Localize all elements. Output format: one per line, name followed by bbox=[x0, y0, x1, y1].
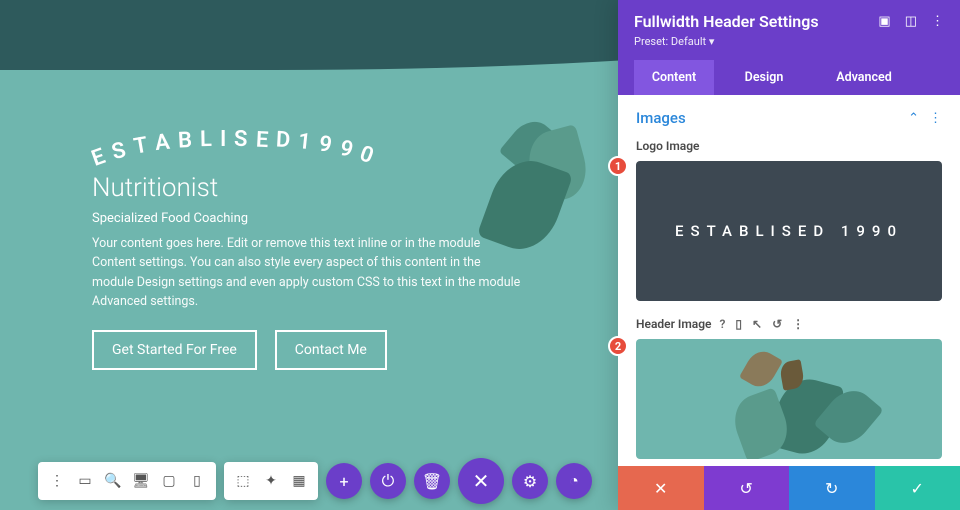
expand-icon[interactable]: ▣ bbox=[878, 14, 890, 29]
settings-panel: Fullwidth Header Settings ▣ ◫ ⋮ Preset: … bbox=[618, 0, 960, 510]
undo-button[interactable]: ↺ bbox=[704, 466, 790, 510]
logo-thumb-text: ESTABLISED 1990 bbox=[675, 222, 903, 240]
tab-content[interactable]: Content bbox=[634, 60, 714, 95]
tab-design[interactable]: Design bbox=[714, 60, 814, 95]
more-icon[interactable]: ⋮ bbox=[931, 14, 944, 29]
logo-image-label: Logo Image bbox=[636, 139, 942, 153]
zoom-icon[interactable]: 🔍 bbox=[100, 468, 126, 494]
panel-title: Fullwidth Header Settings bbox=[634, 12, 819, 31]
add-button[interactable]: + bbox=[326, 463, 362, 499]
header-image-upload[interactable] bbox=[636, 339, 942, 459]
panel-tabs: Content Design Advanced bbox=[634, 60, 944, 95]
panel-header: Fullwidth Header Settings ▣ ◫ ⋮ Preset: … bbox=[618, 0, 960, 95]
wand-icon[interactable]: ✦ bbox=[258, 468, 284, 494]
panel-header-icons: ▣ ◫ ⋮ bbox=[878, 14, 944, 29]
phone-icon[interactable]: ▯ bbox=[184, 468, 210, 494]
power-button[interactable]: ⏻ bbox=[370, 463, 406, 499]
responsive-icon[interactable]: ▯ bbox=[735, 317, 742, 331]
help-icon[interactable]: ? bbox=[720, 317, 726, 331]
redo-button[interactable]: ↻ bbox=[789, 466, 875, 510]
get-started-button[interactable]: Get Started For Free bbox=[92, 330, 257, 370]
toolbar-group-1: ⋮ ▭ 🔍 🖥 ▢ ▯ bbox=[38, 462, 216, 500]
tab-advanced[interactable]: Advanced bbox=[814, 60, 914, 95]
hover-icon[interactable]: ↖ bbox=[752, 317, 762, 331]
tablet-icon[interactable]: ▢ bbox=[156, 468, 182, 494]
logo-image-label-text: Logo Image bbox=[636, 139, 699, 153]
hero-content: ESTABLISED 1990 Nutritionist Specialized… bbox=[92, 130, 522, 370]
header-image-label: Header Image ? ▯ ↖ ↺ ⋮ bbox=[636, 317, 942, 331]
history-button[interactable]: ◔ bbox=[556, 463, 592, 499]
save-button[interactable]: ✓ bbox=[875, 466, 960, 510]
trash-button[interactable]: 🗑 bbox=[414, 463, 450, 499]
builder-bottom-bar: ⋮ ▭ 🔍 🖥 ▢ ▯ ⬚ ✦ ▦ + ⏻ 🗑 ✕ ⚙ ◔ bbox=[38, 460, 592, 502]
hero-buttons: Get Started For Free Contact Me bbox=[92, 330, 522, 370]
section-header[interactable]: Images ⌃ ⋮ bbox=[636, 109, 942, 127]
contact-button[interactable]: Contact Me bbox=[275, 330, 387, 370]
reset-icon[interactable]: ↺ bbox=[772, 317, 782, 331]
annotation-badge-2: 2 bbox=[618, 336, 628, 356]
hero-subtitle[interactable]: Specialized Food Coaching bbox=[92, 211, 522, 226]
logo-image-upload[interactable]: ESTABLISED 1990 bbox=[636, 161, 942, 301]
section-title: Images bbox=[636, 109, 686, 127]
menu-icon[interactable]: ⋮ bbox=[44, 468, 70, 494]
toolbar-group-2: ⬚ ✦ ▦ bbox=[224, 462, 318, 500]
wireframe-icon[interactable]: ▭ bbox=[72, 468, 98, 494]
grid-icon[interactable]: ▦ bbox=[286, 468, 312, 494]
field-tools: ? ▯ ↖ ↺ ⋮ bbox=[720, 317, 805, 331]
field-more-icon[interactable]: ⋮ bbox=[792, 317, 804, 331]
chevron-up-icon[interactable]: ⌃ bbox=[908, 111, 919, 126]
hero-body[interactable]: Your content goes here. Edit or remove t… bbox=[92, 234, 522, 312]
panel-footer: ✕ ↺ ↻ ✓ bbox=[618, 466, 960, 510]
panel-body: Images ⌃ ⋮ Logo Image 1 ESTABLISED 1990 … bbox=[618, 95, 960, 466]
annotation-badge-1: 1 bbox=[618, 156, 628, 176]
settings-button[interactable]: ⚙ bbox=[512, 463, 548, 499]
close-builder-button[interactable]: ✕ bbox=[458, 458, 504, 504]
snap-icon[interactable]: ◫ bbox=[905, 14, 917, 29]
cancel-button[interactable]: ✕ bbox=[618, 466, 704, 510]
section-more-icon[interactable]: ⋮ bbox=[929, 111, 942, 126]
hero-title[interactable]: Nutritionist bbox=[92, 173, 522, 203]
select-icon[interactable]: ⬚ bbox=[230, 468, 256, 494]
preset-dropdown[interactable]: Preset: Default ▾ bbox=[634, 35, 944, 48]
logo-image: ESTABLISED 1990 bbox=[92, 130, 522, 155]
desktop-icon[interactable]: 🖥 bbox=[128, 468, 154, 494]
header-image-label-text: Header Image bbox=[636, 317, 712, 331]
